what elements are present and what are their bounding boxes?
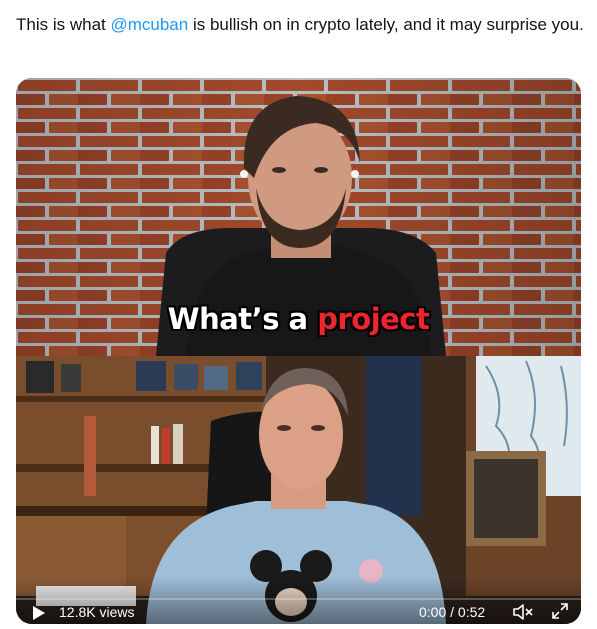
tweet-text-end: is bullish on in crypto lately, and it m…: [188, 15, 584, 34]
play-icon[interactable]: [32, 605, 46, 621]
progress-bar[interactable]: [16, 598, 581, 600]
tweet-text: This is what @mcuban is bullish on in cr…: [16, 12, 586, 38]
expand-icon[interactable]: [551, 602, 569, 620]
tweet-text-start: This is what: [16, 15, 111, 34]
video-time: 0:00 / 0:52: [419, 604, 486, 620]
speaker-muted-icon[interactable]: [512, 602, 534, 622]
video-player[interactable]: What’s a project 12.8K views 0:00 / 0:52: [16, 78, 581, 624]
view-count: 12.8K views: [59, 604, 135, 620]
caption-text-red: project: [317, 302, 430, 336]
video-frame-top: What’s a project: [16, 78, 581, 356]
video-caption: What’s a project: [16, 302, 581, 336]
caption-text-white: What’s a: [167, 302, 318, 336]
mention-link[interactable]: @mcuban: [110, 15, 188, 34]
player-controls: 12.8K views 0:00 / 0:52: [16, 576, 581, 624]
